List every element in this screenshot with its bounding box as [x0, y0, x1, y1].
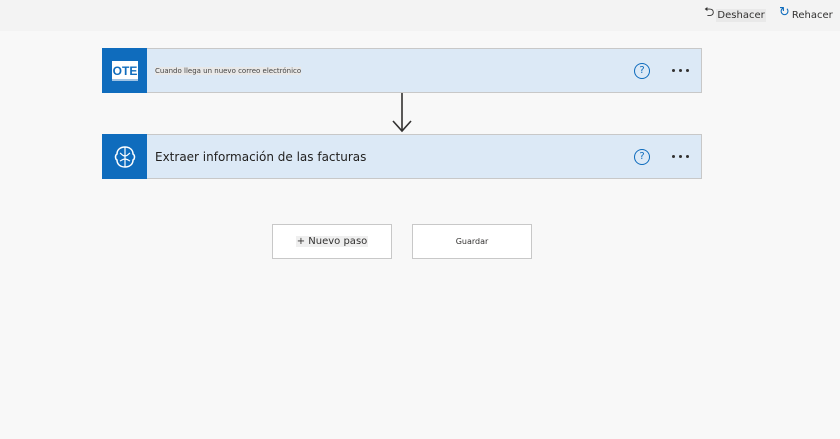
undo-icon: ⮌: [704, 4, 715, 20]
help-icon[interactable]: ?: [634, 148, 650, 165]
save-button[interactable]: Guardar: [412, 224, 532, 259]
help-icon[interactable]: ?: [634, 62, 650, 79]
trigger-step-title-text: Cuando llega un nuevo correo electrónico: [155, 66, 302, 75]
action-step-title: Extraer información de las facturas: [155, 149, 367, 164]
more-options-icon[interactable]: [672, 69, 689, 72]
save-label: Guardar: [455, 237, 489, 246]
undo-label: Deshacer: [716, 8, 766, 22]
new-step-label: + Nuevo paso: [295, 236, 369, 247]
trigger-step-title: Cuando llega un nuevo correo electrónico: [147, 66, 634, 75]
action-step-card[interactable]: Extraer información de las facturas ?: [102, 134, 702, 179]
ai-brain-icon-graphic: [114, 145, 135, 168]
undo-button[interactable]: ⮌ Deshacer: [704, 2, 766, 22]
redo-label: Rehacer: [791, 9, 833, 21]
command-bar: ⮌ Deshacer ↻ Rehacer: [0, 0, 840, 31]
outlook-mail-icon-graphic: OTE: [111, 60, 138, 81]
outlook-mail-icon: OTE: [102, 48, 147, 93]
ai-brain-icon: [102, 134, 147, 179]
more-options-icon[interactable]: [672, 155, 689, 158]
trigger-step-card[interactable]: OTE Cuando llega un nuevo correo electró…: [102, 48, 702, 93]
redo-icon: ↻: [779, 4, 790, 20]
new-step-button[interactable]: + Nuevo paso: [272, 224, 392, 259]
flow-arrow-icon: [392, 93, 412, 133]
outlook-icon-text: OTE: [112, 64, 137, 78]
redo-button[interactable]: ↻ Rehacer: [779, 2, 833, 22]
